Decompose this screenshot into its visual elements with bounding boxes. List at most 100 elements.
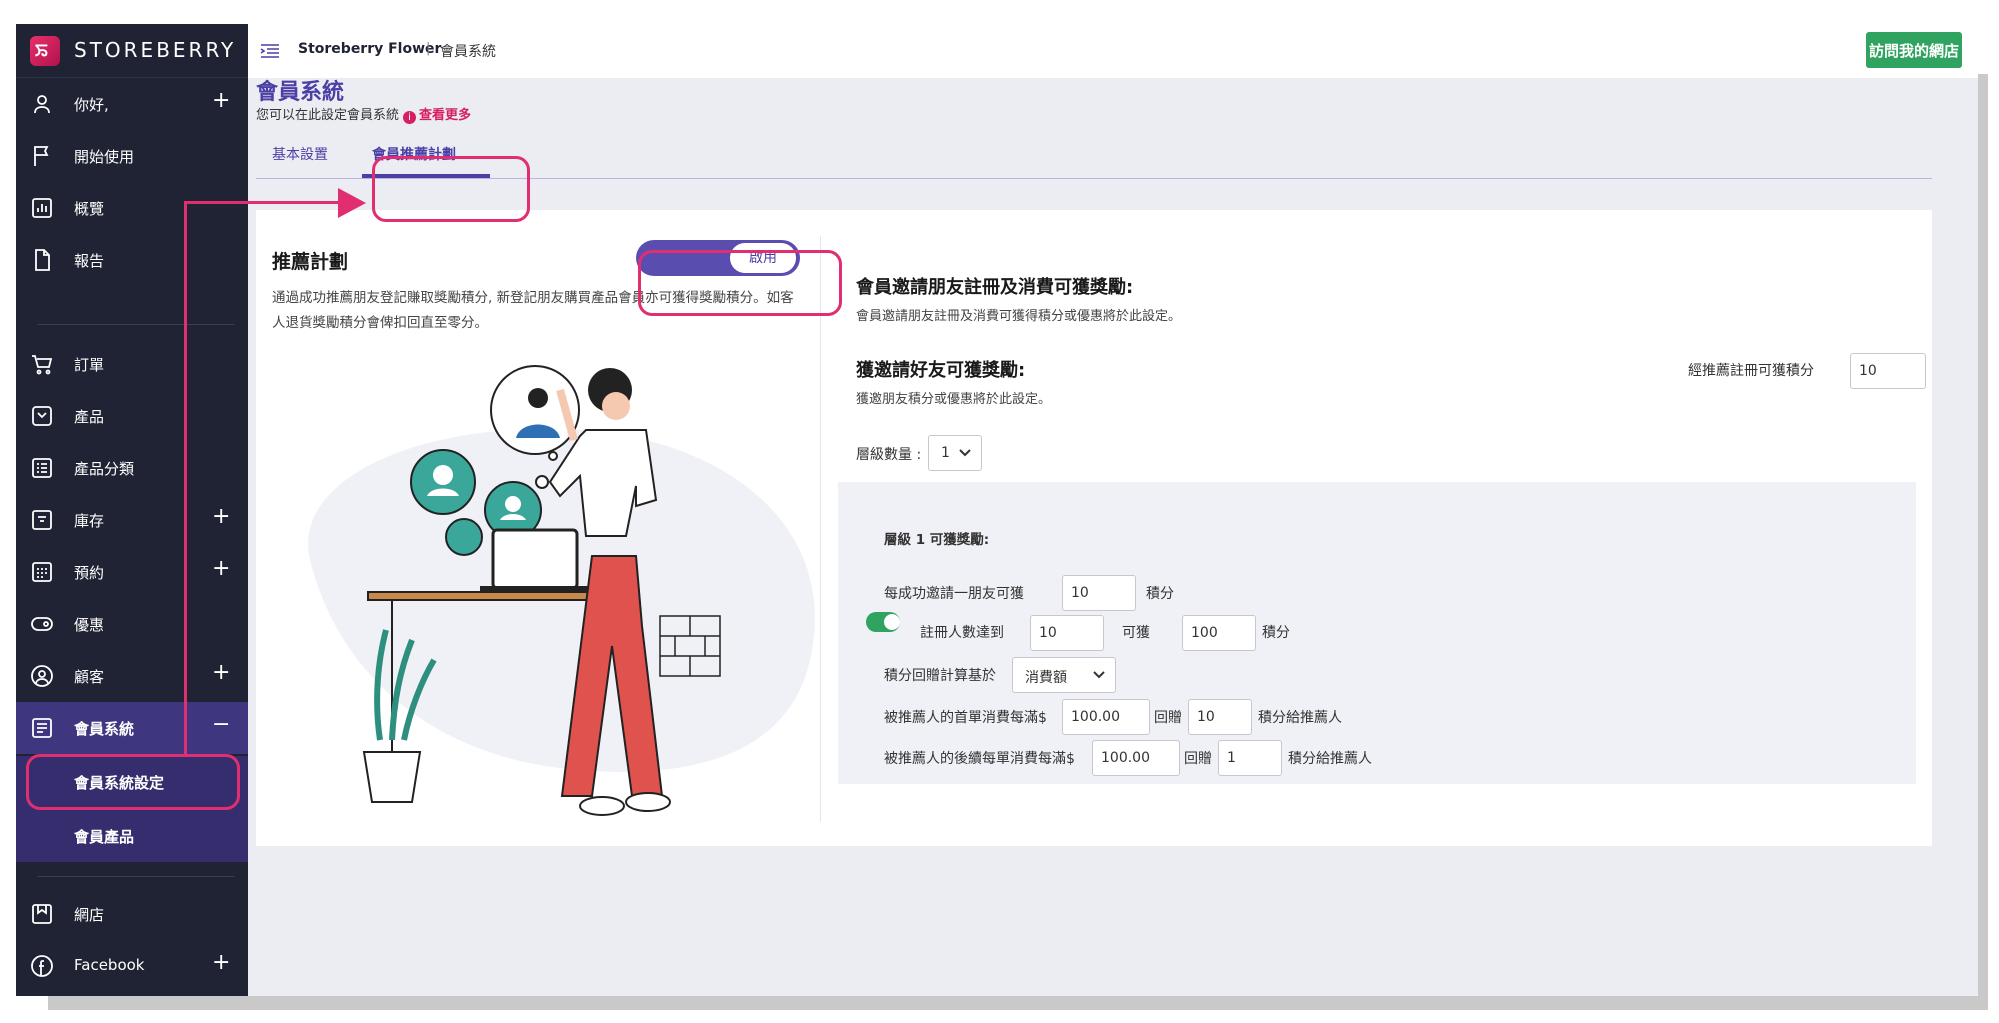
facebook-icon	[31, 955, 53, 977]
signup-points-input[interactable]	[1850, 353, 1926, 389]
expand-icon[interactable]: +	[212, 88, 230, 113]
highlight-enable-toggle	[638, 250, 842, 316]
sidebar-item-products[interactable]: 產品	[16, 390, 248, 442]
sidebar-item-customers[interactable]: 顧客 +	[16, 650, 248, 702]
tier-count-label: 層級數量 :	[856, 447, 922, 463]
points-unit-label: 積分	[1262, 625, 1290, 641]
invitee-rewards-heading: 獲邀請好友可獲獎勵:	[856, 360, 1026, 381]
visit-store-button[interactable]: 訪問我的網店	[1866, 32, 1962, 68]
sidebar-item-label: 開始使用	[74, 148, 135, 166]
sidebar-divider	[38, 324, 234, 325]
sidebar-item-label: 優惠	[74, 616, 105, 634]
expand-icon[interactable]: +	[212, 950, 230, 975]
screenshot-stage: ꯢ STOREBERRY 你好, + 開始使用 概覽 報告 訂單 產品 產品分類…	[0, 0, 1999, 1023]
sidebar-item-label: 訂單	[74, 356, 105, 374]
sidebar-divider	[38, 876, 234, 877]
referral-illustration	[307, 365, 815, 816]
tier-count-select[interactable]: 1	[928, 435, 982, 471]
sidebar-item-label: 你好,	[74, 96, 109, 114]
menu-toggle-icon[interactable]	[258, 39, 282, 63]
sidebar-item-inventory[interactable]: 庫存 +	[16, 494, 248, 546]
milestone-get-label: 可獲	[1122, 625, 1150, 641]
collapse-icon[interactable]: −	[212, 712, 230, 737]
sidebar-item-label: 報告	[74, 252, 105, 270]
flag-icon	[34, 146, 49, 166]
brand-logo-glyph: ꯢ	[35, 41, 48, 61]
give-back-label: 回贈	[1154, 710, 1182, 726]
points-unit-label: 積分	[1146, 586, 1174, 602]
highlight-referral-tab	[372, 156, 530, 222]
submenu-item-member-products[interactable]: 會員產品	[16, 810, 248, 862]
list-icon	[32, 458, 52, 478]
tier-count-value: 1	[941, 445, 950, 461]
chevron-down-icon	[1093, 671, 1105, 679]
sidebar-item-overview[interactable]: 概覽	[16, 182, 248, 234]
sidebar: ꯢ STOREBERRY 你好, + 開始使用 概覽 報告 訂單 產品 產品分類…	[16, 24, 248, 996]
sidebar-item-categories[interactable]: 產品分類	[16, 442, 248, 494]
brand-header[interactable]: ꯢ STOREBERRY	[16, 24, 248, 78]
milestone-label: 註冊人數達到	[920, 625, 1004, 641]
expand-icon[interactable]: +	[212, 556, 230, 581]
first-order-label: 被推薦人的首單消費每滿$	[884, 710, 1047, 726]
sidebar-item-discounts[interactable]: 優惠	[16, 598, 248, 650]
annotation-connector	[184, 201, 187, 753]
referral-title: 推薦計劃	[272, 251, 349, 273]
sidebar-item-orders[interactable]: 訂單	[16, 338, 248, 390]
store-icon	[32, 904, 52, 924]
box-icon	[32, 406, 52, 426]
sidebar-item-membership[interactable]: 會員系統 −	[16, 702, 248, 754]
sidebar-item-label: 產品	[74, 408, 105, 426]
per-invite-label: 每成功邀請一朋友可獲	[884, 586, 1024, 602]
expand-icon[interactable]: +	[212, 504, 230, 529]
sidebar-item-label: 概覽	[74, 200, 105, 218]
annotation-arrow-icon	[338, 188, 366, 218]
learn-more-link[interactable]: 查看更多	[419, 108, 471, 123]
sidebar-item-bookings[interactable]: 預約 +	[16, 546, 248, 598]
to-referrer-label: 積分給推薦人	[1288, 751, 1372, 767]
page-subtitle: 您可以在此設定會員系統 i 查看更多	[256, 104, 471, 124]
milestone-points-input[interactable]	[1182, 615, 1256, 651]
column-divider	[820, 236, 821, 822]
tab-basic-settings[interactable]: 基本設置	[272, 144, 328, 164]
first-order-points-input[interactable]	[1188, 699, 1252, 735]
sidebar-item-label: Facebook	[74, 956, 145, 974]
per-invite-points-input[interactable]	[1062, 575, 1136, 611]
expand-icon[interactable]: +	[212, 660, 230, 685]
sidebar-item-reports[interactable]: 報告	[16, 234, 248, 286]
breadcrumb-separator: |	[426, 41, 431, 56]
member-rewards-subtitle: 會員邀請朋友註冊及消費可獲得積分或優惠將於此設定。	[856, 309, 1182, 324]
sidebar-item-label: 庫存	[74, 512, 105, 530]
first-order-amount-input[interactable]	[1062, 699, 1150, 735]
sidebar-item-label: 會員系統	[74, 720, 135, 738]
top-bar: Storeberry Flower | 會員系統 訪問我的網店	[248, 24, 1978, 78]
give-back-label: 回贈	[1184, 751, 1212, 767]
later-order-amount-input[interactable]	[1092, 740, 1180, 776]
sidebar-item-webstore[interactable]: 網店	[16, 888, 248, 940]
sidebar-item-facebook[interactable]: Facebook +	[16, 940, 248, 992]
info-icon: i	[403, 111, 417, 124]
user-icon	[34, 95, 50, 114]
later-order-label: 被推薦人的後續每單消費每滿$	[884, 751, 1075, 767]
sidebar-item-label: 產品分類	[74, 460, 135, 478]
member-icon	[32, 718, 52, 738]
sidebar-item-getting-started[interactable]: 開始使用	[16, 130, 248, 182]
sidebar-item-greeting[interactable]: 你好, +	[16, 78, 248, 130]
chevron-down-icon	[959, 449, 971, 457]
sidebar-item-label: 網店	[74, 906, 105, 924]
calc-basis-value: 消費額	[1025, 670, 1067, 686]
document-icon	[35, 249, 50, 271]
cart-icon	[32, 355, 53, 375]
page-title: 會員系統	[256, 80, 345, 105]
to-referrer-label: 積分給推薦人	[1258, 710, 1342, 726]
highlight-membership-settings	[26, 754, 240, 810]
milestone-count-input[interactable]	[1030, 615, 1104, 651]
sidebar-item-label: 顧客	[74, 668, 105, 686]
breadcrumb-store[interactable]: Storeberry Flower	[298, 41, 441, 57]
tier-heading: 層級 1 可獲獎勵:	[884, 532, 990, 548]
calendar-icon	[32, 562, 52, 582]
customer-icon	[31, 665, 53, 687]
calc-basis-select[interactable]: 消費額	[1012, 657, 1116, 693]
later-order-points-input[interactable]	[1218, 740, 1282, 776]
brand-logo-icon: ꯢ	[30, 36, 60, 66]
annotation-connector	[184, 751, 187, 754]
